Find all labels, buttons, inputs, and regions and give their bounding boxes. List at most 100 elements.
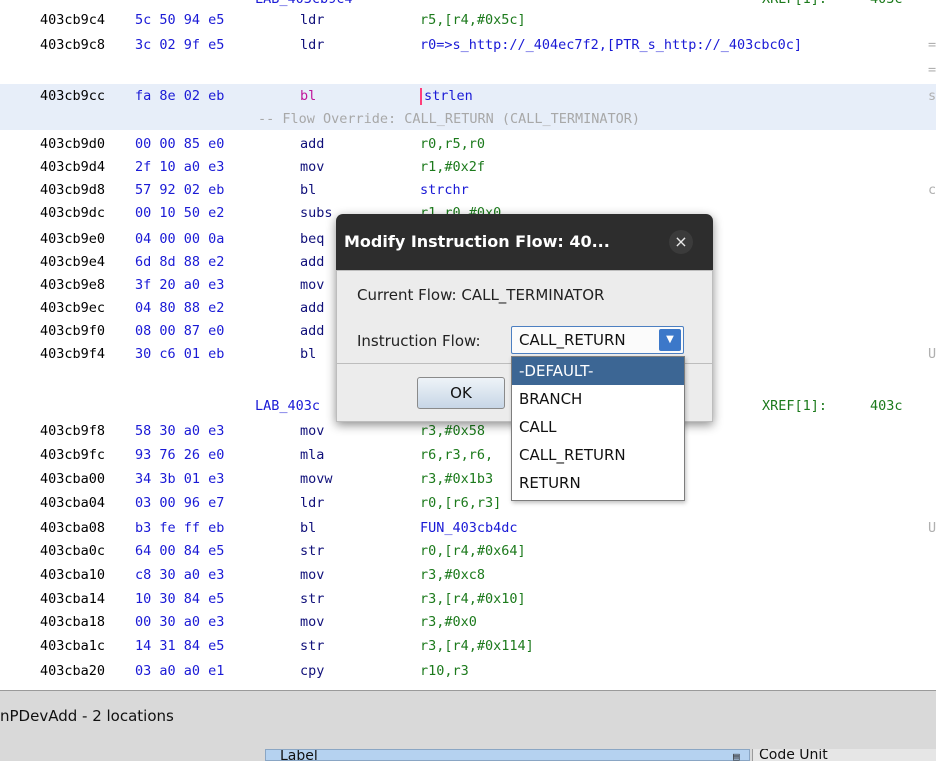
operands[interactable]: r3,#0x58 (420, 419, 485, 444)
bytes: 04 00 00 0a (135, 231, 225, 247)
column-label-text: Label (280, 749, 318, 761)
xref-label[interactable]: XREF[1]: (762, 394, 827, 419)
column-header-code-unit[interactable]: Code Unit (752, 749, 936, 761)
mnemonic: add (300, 254, 325, 270)
address: 403cb9f4 (40, 346, 106, 362)
gutter-text: U (928, 520, 936, 536)
listing-row[interactable]: 403cba1c 14 31 84 e5 str r3,[r4,#0x114] (0, 634, 936, 659)
operands[interactable]: r6,r3,r6, (420, 443, 493, 468)
mnemonic: mov (300, 567, 325, 583)
address: 403cba0c (40, 543, 106, 559)
mnemonic: mov (300, 277, 325, 293)
bytes: 57 92 02 eb (135, 182, 225, 198)
mnemonic: str (300, 638, 325, 654)
bytes: 03 a0 a0 e1 (135, 663, 225, 679)
xref-address[interactable]: 403c (870, 394, 903, 419)
mnemonic: add (300, 300, 325, 316)
listing-row[interactable]: 403cba08 b3 fe ff eb bl FUN_403cb4dc U (0, 516, 936, 541)
dropdown-option-return[interactable]: RETURN (512, 469, 684, 497)
operands[interactable]: r3,[r4,#0x114] (420, 634, 534, 659)
listing-row[interactable]: 403cb9d4 2f 10 a0 e3 mov r1,#0x2f (0, 155, 936, 180)
listing-row-current[interactable]: 403cb9cc fa 8e 02 eb bl strlen s (0, 84, 936, 109)
gutter-text: s (928, 88, 936, 104)
operands[interactable]: r3,[r4,#0x10] (420, 587, 526, 612)
address: 403cb9fc (40, 447, 106, 463)
gutter-text: U (928, 346, 936, 362)
dropdown-option-branch[interactable]: BRANCH (512, 385, 684, 413)
operands[interactable]: r3,#0x0 (420, 610, 477, 635)
bytes: 08 00 87 e0 (135, 323, 225, 339)
listing-row[interactable]: 403cba14 10 30 84 e5 str r3,[r4,#0x10] (0, 587, 936, 612)
operands[interactable]: r3,#0xc8 (420, 563, 485, 588)
operands[interactable]: r1,#0x2f (420, 155, 485, 180)
address: 403cb9e4 (40, 254, 106, 270)
operands[interactable]: strchr (420, 178, 469, 203)
listing-row[interactable]: 403cb9c4 5c 50 94 e5 ldr r5,[r4,#0x5c] (0, 8, 936, 33)
flow-dropdown-list[interactable]: -DEFAULT- BRANCH CALL CALL_RETURN RETURN (511, 356, 685, 501)
bytes: 5c 50 94 e5 (135, 12, 225, 28)
listing-row[interactable]: = (0, 58, 936, 83)
instruction-flow-select[interactable]: CALL_RETURN ▼ (511, 326, 684, 354)
operands[interactable]: r10,r3 (420, 659, 469, 684)
listing-row[interactable]: 403cb9f8 58 30 a0 e3 mov r3,#0x58 (0, 419, 936, 444)
bytes: 93 76 26 e0 (135, 447, 225, 463)
flow-override-row: -- Flow Override: CALL_RETURN (CALL_TERM… (0, 108, 936, 130)
address: 403cba20 (40, 663, 106, 679)
operands[interactable]: r0=>s_http://_404ec7f2,[PTR_s_http://_40… (420, 33, 802, 58)
bytes: c8 30 a0 e3 (135, 567, 225, 583)
bytes: 3f 20 a0 e3 (135, 277, 225, 293)
bytes: 64 00 84 e5 (135, 543, 225, 559)
address: 403cb9e8 (40, 277, 106, 293)
bytes: 6d 8d 88 e2 (135, 254, 225, 270)
operands[interactable]: r0,[r6,r3] (420, 491, 501, 516)
dropdown-option-call-return[interactable]: CALL_RETURN (512, 441, 684, 469)
address: 403cb9f0 (40, 323, 106, 339)
operands[interactable]: FUN_403cb4dc (420, 516, 518, 541)
listing-row[interactable]: 403cba0c 64 00 84 e5 str r0,[r4,#0x64] (0, 539, 936, 564)
dropdown-option-default[interactable]: -DEFAULT- (512, 357, 684, 385)
text-cursor (420, 88, 422, 105)
dropdown-option-call[interactable]: CALL (512, 413, 684, 441)
bytes: 00 30 a0 e3 (135, 614, 225, 630)
address: 403cb9d8 (40, 182, 106, 198)
filter-icon[interactable]: ▤ (733, 750, 740, 763)
mnemonic: bl (300, 520, 317, 536)
instruction-flow-label: Instruction Flow: (357, 332, 481, 350)
listing-row[interactable]: 403cb9c8 3c 02 9f e5 ldr r0=>s_http://_4… (0, 33, 936, 58)
code-label[interactable]: LAB_403c (255, 394, 320, 419)
bytes: 30 c6 01 eb (135, 346, 225, 362)
address: 403cba18 (40, 614, 106, 630)
ok-button[interactable]: OK (417, 377, 505, 409)
listing-row[interactable]: 403cba00 34 3b 01 e3 movw r3,#0x1b3 (0, 467, 936, 492)
bytes: fa 8e 02 eb (135, 88, 225, 104)
dialog-titlebar[interactable]: Modify Instruction Flow: 40... × (336, 214, 713, 270)
selected-flow-value: CALL_RETURN (519, 331, 626, 349)
close-icon[interactable]: × (669, 230, 693, 254)
bytes: 3c 02 9f e5 (135, 37, 225, 53)
mnemonic: cpy (300, 663, 325, 679)
listing-row[interactable]: 403cba20 03 a0 a0 e1 cpy r10,r3 (0, 659, 936, 684)
column-header-label[interactable]: Label (265, 749, 750, 761)
operands[interactable]: r3,#0x1b3 (420, 467, 493, 492)
operands[interactable]: strlen (424, 84, 473, 109)
operands[interactable]: r5,[r4,#0x5c] (420, 8, 526, 33)
table-header: Label ▤ Code Unit (0, 749, 936, 763)
operands[interactable]: r0,[r4,#0x64] (420, 539, 526, 564)
gutter-text: c (928, 182, 936, 198)
address: 403cba10 (40, 567, 106, 583)
listing-row[interactable]: 403cb9d0 00 00 85 e0 add r0,r5,r0 (0, 132, 936, 157)
gutter-text: = (928, 62, 936, 78)
listing-row[interactable]: 403cba18 00 30 a0 e3 mov r3,#0x0 (0, 610, 936, 635)
listing-row[interactable]: 403cb9fc 93 76 26 e0 mla r6,r3,r6, (0, 443, 936, 468)
flow-override-comment: -- Flow Override: CALL_RETURN (CALL_TERM… (258, 111, 641, 127)
listing-row[interactable]: 403cba10 c8 30 a0 e3 mov r3,#0xc8 (0, 563, 936, 588)
listing-row[interactable]: 403cb9d8 57 92 02 eb bl strchr c (0, 178, 936, 203)
chevron-down-icon[interactable]: ▼ (659, 329, 681, 351)
bytes: 04 80 88 e2 (135, 300, 225, 316)
address: 403cba08 (40, 520, 106, 536)
address: 403cb9d0 (40, 136, 106, 152)
mnemonic: mov (300, 423, 325, 439)
address: 403cb9cc (40, 88, 106, 104)
operands[interactable]: r0,r5,r0 (420, 132, 485, 157)
listing-row[interactable]: 403cba04 03 00 96 e7 ldr r0,[r6,r3] (0, 491, 936, 516)
